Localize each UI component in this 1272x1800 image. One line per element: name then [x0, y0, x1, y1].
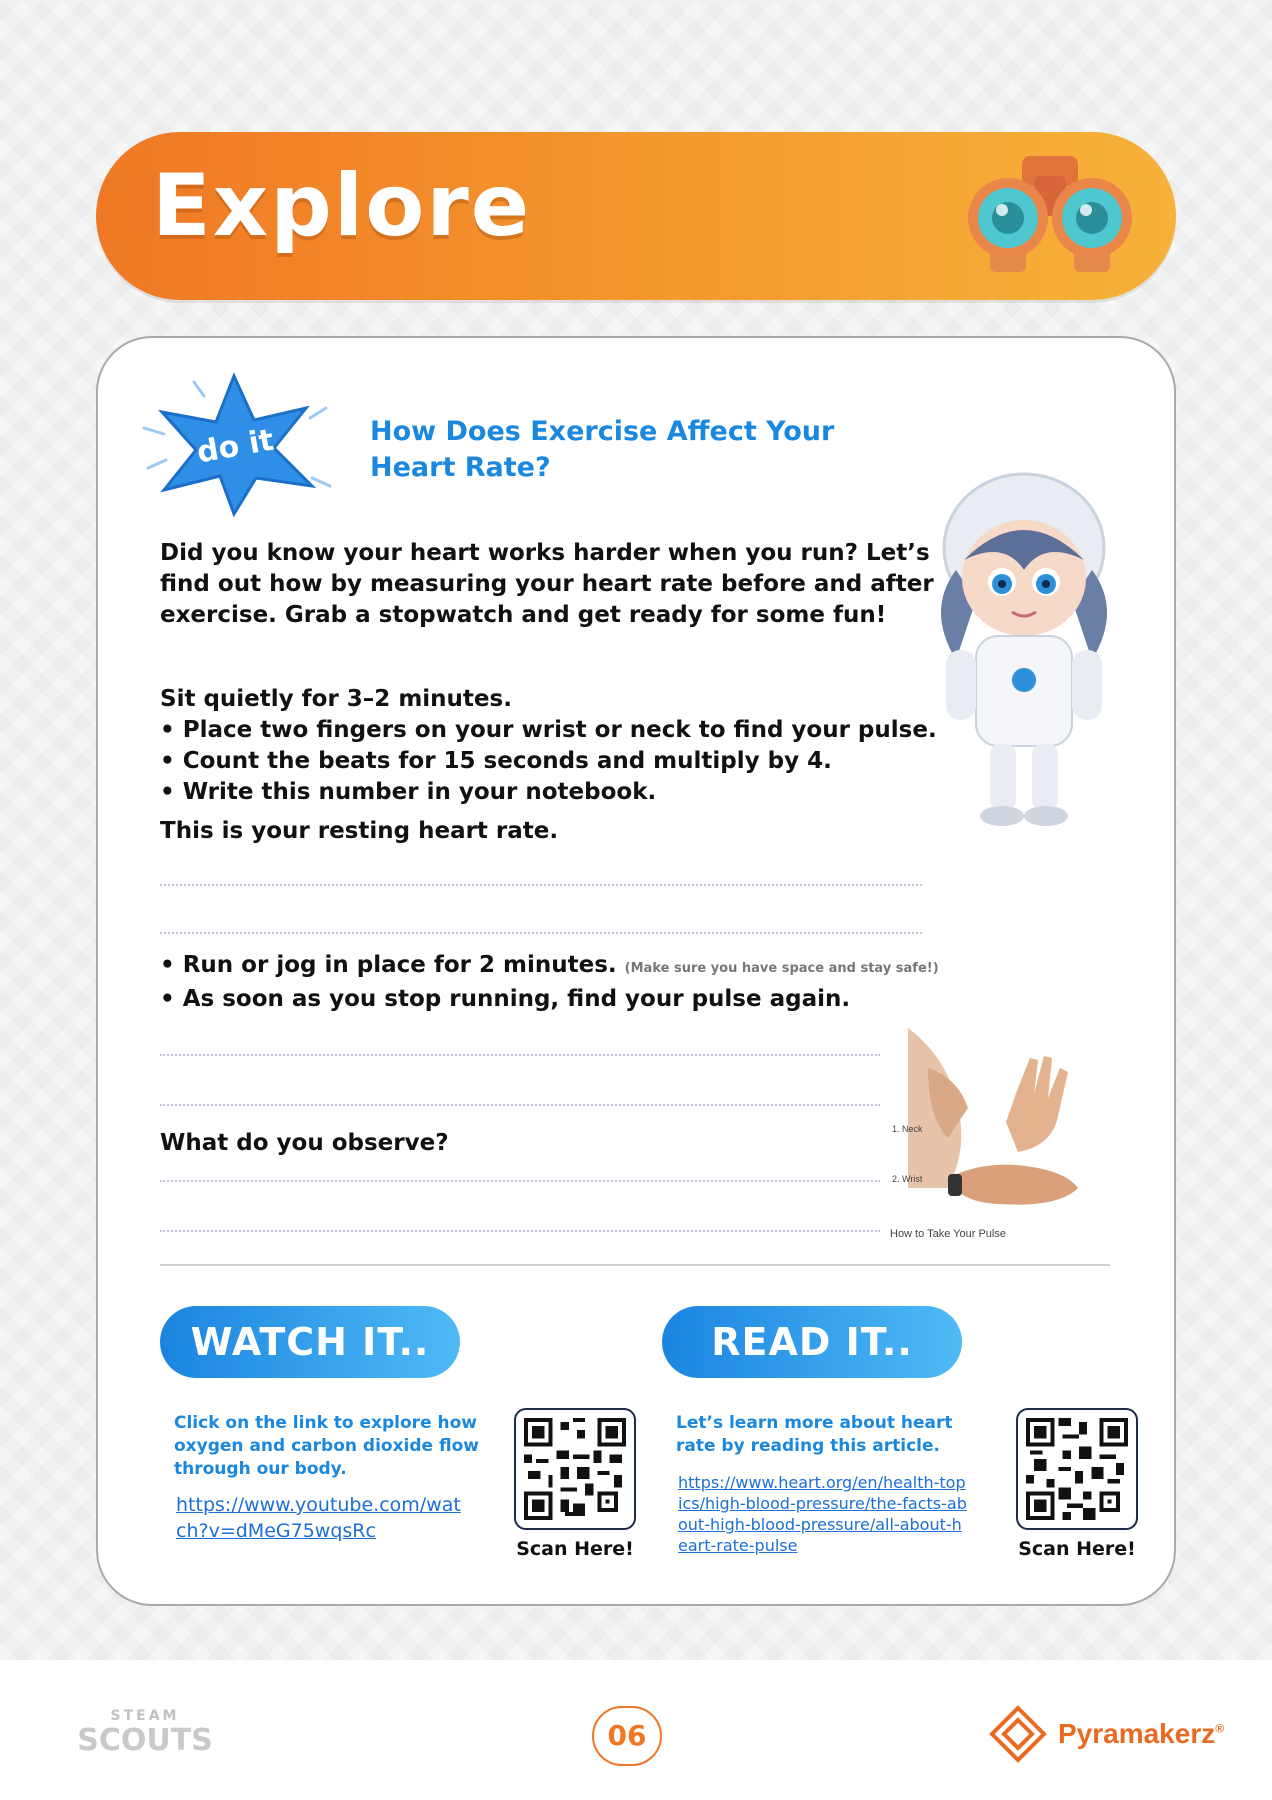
- read-qr-code[interactable]: [1016, 1408, 1138, 1530]
- answer-line[interactable]: [160, 884, 922, 886]
- svg-text:SCOUTS: SCOUTS: [77, 1723, 213, 1758]
- steam-scouts-logo: STEAM SCOUTS: [77, 1708, 213, 1758]
- step-item: • Place two fingers on your wrist or nec…: [160, 717, 937, 743]
- heart-article-link[interactable]: https://www.heart.org/en/health-topics/h…: [678, 1472, 968, 1556]
- run-steps: • Run or jog in place for 2 minutes. (Ma…: [160, 950, 980, 1015]
- answer-line[interactable]: [160, 932, 922, 934]
- watch-scan-label: Scan Here!: [516, 1538, 634, 1560]
- run-step-item: • As soon as you stop running, find your…: [160, 986, 851, 1012]
- read-it-heading: READ IT..: [662, 1306, 962, 1378]
- resting-steps: Sit quietly for 3–2 minutes. • Place two…: [160, 684, 980, 808]
- banner-title: Explore: [152, 156, 532, 256]
- pulse-caption: How to Take Your Pulse: [890, 1228, 1006, 1240]
- step-item: • Count the beats for 15 seconds and mul…: [160, 748, 832, 774]
- youtube-link[interactable]: https://www.youtube.com/watch?v=dMeG75wq…: [176, 1492, 466, 1544]
- safety-note: (Make sure you have space and stay safe!…: [624, 961, 939, 976]
- do-it-star-icon: do it: [142, 372, 332, 518]
- pulse-check-illustration: 1. Neck 2. Wrist: [892, 1028, 1078, 1205]
- activity-card: do it How Does Exercise Affect Your Hear…: [96, 336, 1176, 1606]
- watch-description: Click on the link to explore how oxygen …: [174, 1413, 479, 1479]
- watch-qr-code[interactable]: [514, 1408, 636, 1530]
- answer-line[interactable]: [160, 1104, 880, 1106]
- resting-heart-rate-text: This is your resting heart rate.: [160, 818, 559, 844]
- page-footer: STEAM SCOUTS 06 Pyramakerz®: [0, 1660, 1272, 1800]
- read-scan-label: Scan Here!: [1018, 1538, 1136, 1560]
- observe-question: What do you observe?: [160, 1130, 449, 1156]
- activity-intro: Did you know your heart works harder whe…: [160, 540, 934, 628]
- page-number: 06: [592, 1706, 662, 1766]
- pyramakerz-logo-icon: [989, 1705, 1047, 1763]
- steps-title: Sit quietly for 3–2 minutes.: [160, 686, 512, 712]
- qr-code-icon: [1026, 1418, 1128, 1520]
- brand-name: Pyramakerz®: [1058, 1718, 1225, 1749]
- watch-it-heading: WATCH IT..: [160, 1306, 460, 1378]
- answer-line[interactable]: [160, 1054, 880, 1056]
- read-description: Let’s learn more about heart rate by rea…: [676, 1413, 953, 1456]
- neck-label: 1. Neck: [892, 1124, 923, 1134]
- step-item: • Write this number in your notebook.: [160, 779, 657, 805]
- explore-banner: Explore: [96, 132, 1176, 300]
- answer-line[interactable]: [160, 1180, 880, 1182]
- section-divider: [160, 1264, 1110, 1266]
- run-step-item: • Run or jog in place for 2 minutes.: [160, 952, 617, 978]
- activity-question: How Does Exercise Affect Your Heart Rate…: [370, 416, 835, 483]
- binoculars-icon: [968, 156, 1132, 272]
- wrist-label: 2. Wrist: [892, 1174, 923, 1184]
- answer-line[interactable]: [160, 1230, 880, 1232]
- qr-code-icon: [524, 1418, 626, 1520]
- svg-text:STEAM: STEAM: [111, 1708, 180, 1724]
